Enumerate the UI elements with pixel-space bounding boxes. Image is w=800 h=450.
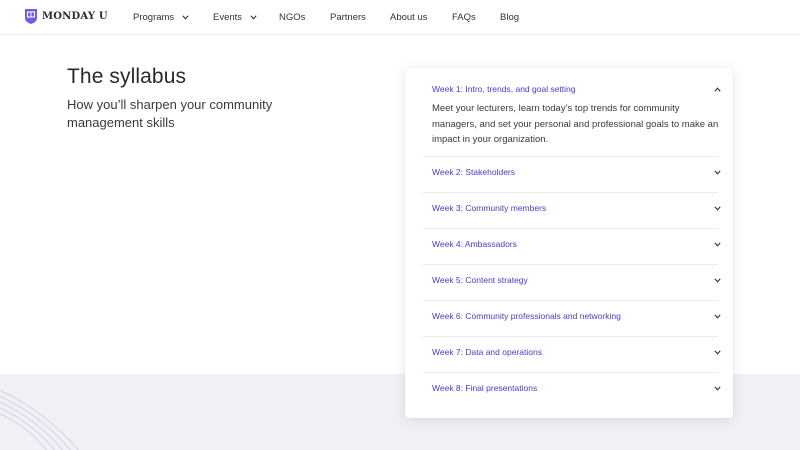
nav-programs[interactable]: Programs xyxy=(133,10,189,24)
accordion-header-week-6[interactable]: Week 6: Community professionals and netw… xyxy=(432,309,721,323)
week-title: Week 6: Community professionals and netw… xyxy=(432,311,621,321)
page-subtitle: How you’ll sharpen your community manage… xyxy=(67,97,273,130)
accordion-item-week-6: Week 6: Community professionals and netw… xyxy=(432,309,721,323)
chevron-up-icon xyxy=(714,86,721,92)
divider xyxy=(423,156,718,157)
week-title: Week 1: Intro, trends, and goal setting xyxy=(432,84,576,94)
accordion-header-week-3[interactable]: Week 3: Community members xyxy=(432,201,721,215)
accordion-header-week-1[interactable]: Week 1: Intro, trends, and goal setting xyxy=(432,82,721,96)
week-1-description: Meet your lecturers, learn today’s top t… xyxy=(432,103,719,145)
nav-events[interactable]: Events xyxy=(213,10,257,24)
nav-ngos[interactable]: NGOs xyxy=(279,10,305,24)
nav-ngos-label: NGOs xyxy=(279,11,306,23)
accordion-item-week-2: Week 2: Stakeholders xyxy=(432,165,721,179)
nav-about-us-label: About us xyxy=(390,11,428,23)
nav-about-us[interactable]: About us xyxy=(390,10,428,24)
accordion-item-week-1: Week 1: Intro, trends, and goal setting … xyxy=(432,82,721,148)
chevron-down-icon xyxy=(714,385,721,391)
week-title: Week 5: Content strategy xyxy=(432,275,528,285)
nav-events-label: Events xyxy=(213,11,243,23)
accordion-header-week-8[interactable]: Week 8: Final presentations xyxy=(432,381,721,395)
accordion-header-week-4[interactable]: Week 4: Ambassadors xyxy=(432,237,721,251)
accordion-header-week-7[interactable]: Week 7: Data and operations xyxy=(432,345,721,359)
chevron-down-icon xyxy=(714,169,721,175)
divider xyxy=(423,192,718,193)
divider xyxy=(423,264,718,265)
decorative-lines-graphic xyxy=(0,389,79,450)
nav-faqs[interactable]: FAQs xyxy=(452,10,476,24)
accordion-item-week-8: Week 8: Final presentations xyxy=(432,381,721,395)
chevron-down-icon xyxy=(182,14,189,20)
top-navigation: MONDAY U Programs Events NGOs Partners A… xyxy=(0,0,800,35)
chevron-down-icon xyxy=(250,14,257,20)
nav-blog-label: Blog xyxy=(500,11,520,23)
chevron-down-icon xyxy=(714,241,721,247)
chevron-down-icon xyxy=(714,205,721,211)
week-title: Week 8: Final presentations xyxy=(432,383,538,393)
page-title: The syllabus xyxy=(67,65,187,88)
divider xyxy=(423,300,718,301)
week-title: Week 2: Stakeholders xyxy=(432,167,515,177)
chevron-down-icon xyxy=(714,277,721,283)
nav-faqs-label: FAQs xyxy=(452,11,476,23)
accordion-item-week-7: Week 7: Data and operations xyxy=(432,345,721,359)
nav-partners[interactable]: Partners xyxy=(330,10,366,24)
chevron-down-icon xyxy=(714,313,721,319)
week-title: Week 4: Ambassadors xyxy=(432,239,517,249)
accordion-header-week-2[interactable]: Week 2: Stakeholders xyxy=(432,165,721,179)
divider xyxy=(423,228,718,229)
logo-text: MONDAY U xyxy=(42,11,108,22)
syllabus-accordion: Week 1: Intro, trends, and goal setting … xyxy=(405,68,733,418)
nav-blog[interactable]: Blog xyxy=(500,10,519,24)
divider xyxy=(423,336,718,337)
week-title: Week 3: Community members xyxy=(432,203,547,213)
accordion-header-week-5[interactable]: Week 5: Content strategy xyxy=(432,273,721,287)
divider xyxy=(423,372,718,373)
accordion-item-week-4: Week 4: Ambassadors xyxy=(432,237,721,251)
nav-partners-label: Partners xyxy=(330,11,366,23)
nav-programs-label: Programs xyxy=(133,11,175,23)
accordion-item-week-3: Week 3: Community members xyxy=(432,201,721,215)
chevron-down-icon xyxy=(714,349,721,355)
logo-shield-icon xyxy=(25,9,37,24)
accordion-item-week-5: Week 5: Content strategy xyxy=(432,273,721,287)
week-title: Week 7: Data and operations xyxy=(432,347,542,357)
logo[interactable]: MONDAY U xyxy=(24,8,108,25)
